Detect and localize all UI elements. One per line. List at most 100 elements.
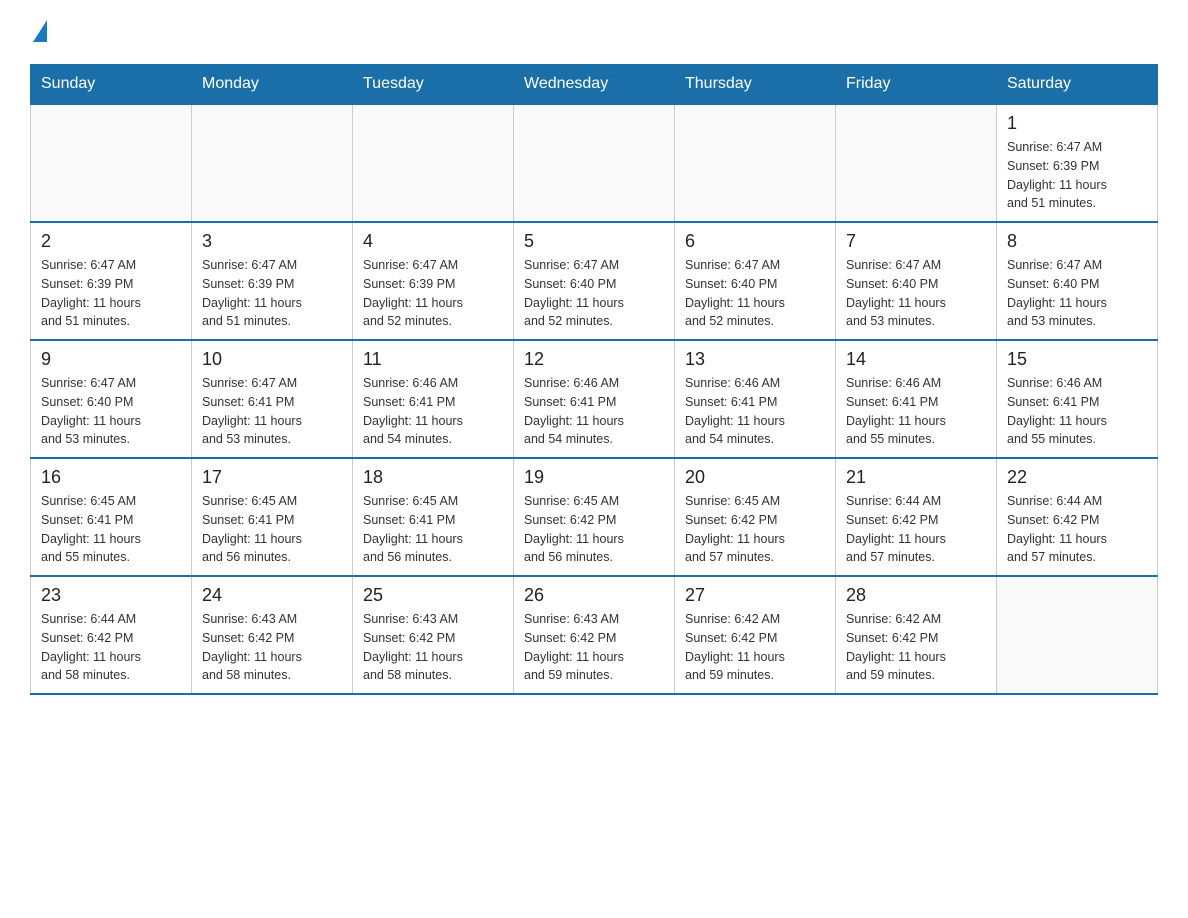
calendar-cell xyxy=(675,104,836,222)
calendar-cell: 12 Sunrise: 6:46 AMSunset: 6:41 PMDayligh… xyxy=(514,340,675,458)
day-info: Sunrise: 6:44 AMSunset: 6:42 PMDaylight:… xyxy=(1007,492,1147,567)
calendar-cell: 9 Sunrise: 6:47 AMSunset: 6:40 PMDaylight… xyxy=(31,340,192,458)
calendar-cell: 24 Sunrise: 6:43 AMSunset: 6:42 PMDayligh… xyxy=(192,576,353,694)
day-number: 1 xyxy=(1007,113,1147,134)
calendar-cell: 11 Sunrise: 6:46 AMSunset: 6:41 PMDayligh… xyxy=(353,340,514,458)
day-number: 22 xyxy=(1007,467,1147,488)
day-number: 5 xyxy=(524,231,664,252)
day-number: 27 xyxy=(685,585,825,606)
calendar-week-row: 9 Sunrise: 6:47 AMSunset: 6:40 PMDaylight… xyxy=(31,340,1158,458)
day-info: Sunrise: 6:42 AMSunset: 6:42 PMDaylight:… xyxy=(846,610,986,685)
calendar-cell: 26Sunrise: 6:43 AMSunset: 6:42 PMDayligh… xyxy=(514,576,675,694)
day-info: Sunrise: 6:44 AMSunset: 6:42 PMDaylight:… xyxy=(41,610,181,685)
day-number: 6 xyxy=(685,231,825,252)
day-info: Sunrise: 6:47 AMSunset: 6:40 PMDaylight:… xyxy=(1007,256,1147,331)
day-info: Sunrise: 6:43 AMSunset: 6:42 PMDaylight:… xyxy=(363,610,503,685)
calendar-cell: 19 Sunrise: 6:45 AMSunset: 6:42 PMDayligh… xyxy=(514,458,675,576)
calendar-week-row: 2 Sunrise: 6:47 AMSunset: 6:39 PMDaylight… xyxy=(31,222,1158,340)
day-number: 17 xyxy=(202,467,342,488)
day-info: Sunrise: 6:47 AMSunset: 6:41 PMDaylight:… xyxy=(202,374,342,449)
day-header-tuesday: Tuesday xyxy=(353,65,514,105)
calendar-cell: 18 Sunrise: 6:45 AMSunset: 6:41 PMDayligh… xyxy=(353,458,514,576)
calendar-cell: 6 Sunrise: 6:47 AMSunset: 6:40 PMDaylight… xyxy=(675,222,836,340)
day-number: 10 xyxy=(202,349,342,370)
day-info: Sunrise: 6:42 AMSunset: 6:42 PMDaylight:… xyxy=(685,610,825,685)
calendar-cell: 10 Sunrise: 6:47 AMSunset: 6:41 PMDayligh… xyxy=(192,340,353,458)
day-number: 21 xyxy=(846,467,986,488)
calendar-cell: 2 Sunrise: 6:47 AMSunset: 6:39 PMDaylight… xyxy=(31,222,192,340)
calendar-cell: 16Sunrise: 6:45 AMSunset: 6:41 PMDayligh… xyxy=(31,458,192,576)
day-info: Sunrise: 6:44 AMSunset: 6:42 PMDaylight:… xyxy=(846,492,986,567)
day-info: Sunrise: 6:46 AMSunset: 6:41 PMDaylight:… xyxy=(1007,374,1147,449)
day-info: Sunrise: 6:45 AMSunset: 6:41 PMDaylight:… xyxy=(41,492,181,567)
day-number: 13 xyxy=(685,349,825,370)
calendar-week-row: 23 Sunrise: 6:44 AMSunset: 6:42 PMDayligh… xyxy=(31,576,1158,694)
calendar-cell xyxy=(997,576,1158,694)
calendar-cell xyxy=(31,104,192,222)
day-info: Sunrise: 6:47 AMSunset: 6:40 PMDaylight:… xyxy=(524,256,664,331)
day-info: Sunrise: 6:45 AMSunset: 6:42 PMDaylight:… xyxy=(524,492,664,567)
calendar-table: SundayMondayTuesdayWednesdayThursdayFrid… xyxy=(30,64,1158,695)
day-header-friday: Friday xyxy=(836,65,997,105)
calendar-cell: 23 Sunrise: 6:44 AMSunset: 6:42 PMDayligh… xyxy=(31,576,192,694)
day-info: Sunrise: 6:45 AMSunset: 6:41 PMDaylight:… xyxy=(363,492,503,567)
day-info: Sunrise: 6:43 AMSunset: 6:42 PMDaylight:… xyxy=(524,610,664,685)
day-number: 19 xyxy=(524,467,664,488)
day-header-wednesday: Wednesday xyxy=(514,65,675,105)
day-info: Sunrise: 6:46 AMSunset: 6:41 PMDaylight:… xyxy=(363,374,503,449)
day-info: Sunrise: 6:47 AMSunset: 6:39 PMDaylight:… xyxy=(41,256,181,331)
logo xyxy=(30,20,47,44)
calendar-cell: 8 Sunrise: 6:47 AMSunset: 6:40 PMDaylight… xyxy=(997,222,1158,340)
calendar-cell xyxy=(192,104,353,222)
logo-triangle-icon xyxy=(33,20,47,42)
day-info: Sunrise: 6:47 AMSunset: 6:39 PMDaylight:… xyxy=(363,256,503,331)
calendar-cell: 27 Sunrise: 6:42 AMSunset: 6:42 PMDayligh… xyxy=(675,576,836,694)
calendar-header-row: SundayMondayTuesdayWednesdayThursdayFrid… xyxy=(31,65,1158,105)
calendar-cell: 13Sunrise: 6:46 AMSunset: 6:41 PMDayligh… xyxy=(675,340,836,458)
page-header xyxy=(30,20,1158,44)
calendar-week-row: 16Sunrise: 6:45 AMSunset: 6:41 PMDayligh… xyxy=(31,458,1158,576)
day-header-thursday: Thursday xyxy=(675,65,836,105)
calendar-cell: 17 Sunrise: 6:45 AMSunset: 6:41 PMDayligh… xyxy=(192,458,353,576)
calendar-cell: 5 Sunrise: 6:47 AMSunset: 6:40 PMDaylight… xyxy=(514,222,675,340)
day-number: 12 xyxy=(524,349,664,370)
day-info: Sunrise: 6:43 AMSunset: 6:42 PMDaylight:… xyxy=(202,610,342,685)
calendar-cell: 15 Sunrise: 6:46 AMSunset: 6:41 PMDayligh… xyxy=(997,340,1158,458)
day-header-monday: Monday xyxy=(192,65,353,105)
day-number: 9 xyxy=(41,349,181,370)
day-info: Sunrise: 6:47 AMSunset: 6:40 PMDaylight:… xyxy=(41,374,181,449)
day-info: Sunrise: 6:47 AMSunset: 6:40 PMDaylight:… xyxy=(846,256,986,331)
day-number: 15 xyxy=(1007,349,1147,370)
day-number: 3 xyxy=(202,231,342,252)
day-number: 2 xyxy=(41,231,181,252)
calendar-cell: 1 Sunrise: 6:47 AMSunset: 6:39 PMDaylight… xyxy=(997,104,1158,222)
day-number: 4 xyxy=(363,231,503,252)
day-number: 11 xyxy=(363,349,503,370)
day-header-sunday: Sunday xyxy=(31,65,192,105)
day-number: 25 xyxy=(363,585,503,606)
day-number: 8 xyxy=(1007,231,1147,252)
calendar-cell: 21 Sunrise: 6:44 AMSunset: 6:42 PMDayligh… xyxy=(836,458,997,576)
day-number: 18 xyxy=(363,467,503,488)
calendar-cell: 3 Sunrise: 6:47 AMSunset: 6:39 PMDaylight… xyxy=(192,222,353,340)
day-number: 24 xyxy=(202,585,342,606)
day-number: 23 xyxy=(41,585,181,606)
calendar-cell xyxy=(353,104,514,222)
day-number: 28 xyxy=(846,585,986,606)
day-number: 7 xyxy=(846,231,986,252)
day-info: Sunrise: 6:47 AMSunset: 6:39 PMDaylight:… xyxy=(202,256,342,331)
calendar-cell: 14Sunrise: 6:46 AMSunset: 6:41 PMDayligh… xyxy=(836,340,997,458)
calendar-cell: 4 Sunrise: 6:47 AMSunset: 6:39 PMDaylight… xyxy=(353,222,514,340)
calendar-cell xyxy=(836,104,997,222)
calendar-cell: 28 Sunrise: 6:42 AMSunset: 6:42 PMDayligh… xyxy=(836,576,997,694)
calendar-cell: 7 Sunrise: 6:47 AMSunset: 6:40 PMDaylight… xyxy=(836,222,997,340)
day-info: Sunrise: 6:45 AMSunset: 6:42 PMDaylight:… xyxy=(685,492,825,567)
day-info: Sunrise: 6:45 AMSunset: 6:41 PMDaylight:… xyxy=(202,492,342,567)
day-info: Sunrise: 6:47 AMSunset: 6:39 PMDaylight:… xyxy=(1007,138,1147,213)
day-header-saturday: Saturday xyxy=(997,65,1158,105)
day-info: Sunrise: 6:47 AMSunset: 6:40 PMDaylight:… xyxy=(685,256,825,331)
day-info: Sunrise: 6:46 AMSunset: 6:41 PMDaylight:… xyxy=(846,374,986,449)
calendar-cell: 25 Sunrise: 6:43 AMSunset: 6:42 PMDayligh… xyxy=(353,576,514,694)
calendar-cell: 22 Sunrise: 6:44 AMSunset: 6:42 PMDayligh… xyxy=(997,458,1158,576)
day-info: Sunrise: 6:46 AMSunset: 6:41 PMDaylight:… xyxy=(524,374,664,449)
